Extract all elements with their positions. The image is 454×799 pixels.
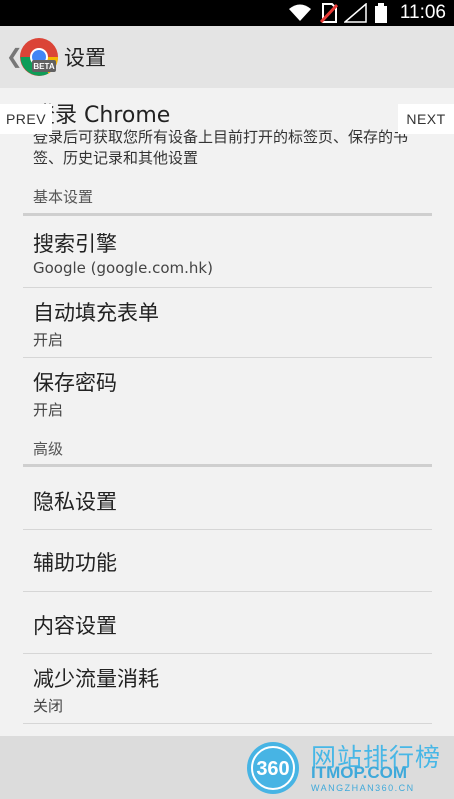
pref-summary: 关闭 <box>33 697 64 715</box>
section-divider <box>23 464 432 467</box>
pref-reduce-data[interactable]: 减少流量消耗 关闭 <box>0 654 454 722</box>
pref-summary: 开启 <box>33 401 64 419</box>
watermark-subtitle: WANGZHAN360.CN <box>311 783 415 793</box>
pref-title: 内容设置 <box>33 614 117 638</box>
signin-title: 登录 Chrome <box>33 103 171 128</box>
watermark-number: 360 <box>256 758 289 780</box>
beta-badge: BETA <box>33 62 54 71</box>
battery-icon <box>375 3 387 23</box>
prev-button[interactable]: PREV <box>0 104 52 134</box>
no-sim-icon <box>320 3 338 23</box>
chrome-beta-logo-icon[interactable]: BETA <box>18 36 60 78</box>
section-header-advanced: 高级 <box>33 440 64 458</box>
watermark-360-logo-icon: 360 <box>247 742 299 794</box>
settings-list: 登录 Chrome 登录后可获取您所有设备上目前打开的标签页、保存的书签、历史记… <box>0 88 454 736</box>
page-title: 设置 <box>64 46 106 70</box>
pref-title: 减少流量消耗 <box>33 667 159 691</box>
pref-summary: 开启 <box>33 331 64 349</box>
pref-title: 搜索引擎 <box>33 232 117 256</box>
divider <box>23 723 432 724</box>
pref-search-engine[interactable]: 搜索引擎 Google (google.com.hk) <box>0 218 454 286</box>
watermark-domain: ITMOP.COM <box>311 763 408 782</box>
pref-title: 自动填充表单 <box>33 301 159 325</box>
pref-title: 辅助功能 <box>33 551 117 575</box>
bottom-bar: 360 网站排行榜 ITMOP.COM WANGZHAN360.CN <box>0 736 454 799</box>
pref-accessibility[interactable]: 辅助功能 <box>0 530 454 590</box>
status-bar: 11:06 <box>0 0 454 26</box>
pref-title: 隐私设置 <box>33 490 117 514</box>
pref-privacy[interactable]: 隐私设置 <box>0 468 454 528</box>
pref-content-settings[interactable]: 内容设置 <box>0 592 454 652</box>
pref-title: 保存密码 <box>33 371 117 395</box>
signal-icon <box>344 3 367 23</box>
pref-save-passwords[interactable]: 保存密码 开启 <box>0 358 454 426</box>
status-time: 11:06 <box>399 2 446 23</box>
action-bar: ❮ BETA 设置 <box>0 26 454 89</box>
section-divider <box>23 213 432 216</box>
pref-summary: Google (google.com.hk) <box>33 259 213 277</box>
next-button[interactable]: NEXT <box>398 104 454 134</box>
wifi-icon <box>289 4 311 21</box>
pref-autofill[interactable]: 自动填充表单 开启 <box>0 288 454 356</box>
section-header-basic: 基本设置 <box>33 188 94 206</box>
signin-description: 登录后可获取您所有设备上目前打开的标签页、保存的书签、历史记录和其他设置 <box>33 128 409 167</box>
